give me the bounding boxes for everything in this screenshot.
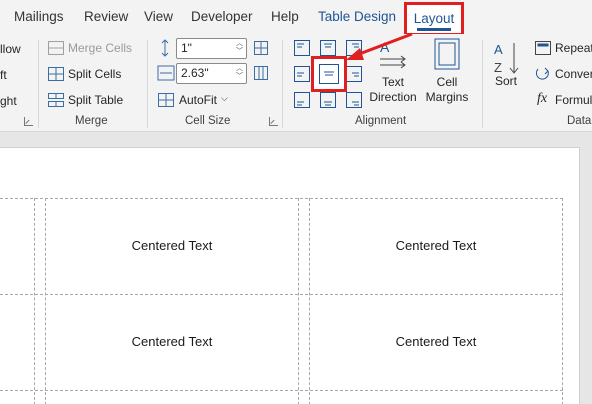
group-separator [38, 40, 39, 128]
table-cell[interactable]: Centered Text [46, 238, 298, 253]
autofit-button[interactable]: AutoFit [179, 93, 217, 107]
cell-margins-button[interactable]: Cell Margins [422, 75, 472, 105]
merge-group-label: Merge [75, 115, 108, 127]
table-cell[interactable]: Centered Text [310, 334, 562, 349]
tab-review[interactable]: Review [84, 9, 128, 24]
ribbon: llow ft ght Merge Cells Split Cells Spli… [0, 34, 592, 132]
document-canvas: Centered Text Centered Text Centered Tex… [0, 133, 592, 404]
align-top-center-icon[interactable] [320, 40, 336, 56]
convert-to-text-button[interactable]: Conver [555, 67, 592, 81]
distribute-columns-icon[interactable] [254, 66, 268, 80]
merge-cells-icon [48, 41, 64, 55]
table-gridline [0, 390, 563, 391]
autofit-dropdown-icon[interactable]: ⌵ [221, 93, 228, 104]
table-gridline [0, 294, 563, 295]
convert-to-text-icon [535, 67, 549, 80]
row-height-spinner-icon[interactable]: ︿ ﹀ [236, 40, 243, 56]
align-center-right-icon[interactable] [346, 66, 362, 82]
tab-mailings[interactable]: Mailings [14, 9, 64, 24]
table-cell[interactable]: Centered Text [310, 238, 562, 253]
align-center-icon [319, 64, 339, 84]
autofit-icon [158, 93, 174, 107]
sort-icon: A Z [494, 42, 519, 75]
ribbon-tab-bar: Mailings Review View Developer Help Tabl… [0, 0, 592, 36]
column-width-icon [157, 65, 175, 81]
split-cells-icon [48, 67, 64, 81]
align-bottom-right-icon[interactable] [346, 92, 362, 108]
repeat-header-rows-icon [535, 41, 551, 55]
partial-group-launcher-icon[interactable] [24, 117, 33, 126]
group-separator [147, 40, 148, 128]
align-bottom-center-icon[interactable] [320, 92, 336, 108]
row-height-value: 1" [181, 41, 192, 55]
split-table-button[interactable]: Split Table [68, 93, 123, 107]
formula-icon: fx [537, 91, 548, 106]
text-direction-button[interactable]: Text Direction [368, 75, 418, 105]
table-gridline [0, 198, 563, 199]
table-gridline [298, 198, 299, 404]
group-separator [282, 40, 283, 128]
tab-layout-label: Layout [413, 11, 455, 26]
tab-developer[interactable]: Developer [191, 9, 253, 24]
partial-item-3[interactable]: ght [0, 94, 17, 108]
cell-size-group-label: Cell Size [185, 115, 231, 127]
row-height-icon [161, 39, 169, 57]
row-height-input[interactable]: 1" ︿ ﹀ [176, 38, 247, 59]
cell-size-launcher-icon[interactable] [269, 117, 278, 126]
column-width-input[interactable]: 2.63" ︿ ﹀ [176, 63, 247, 84]
align-bottom-left-icon[interactable] [294, 92, 310, 108]
formula-button[interactable]: Formul [555, 93, 592, 107]
merge-cells-button[interactable]: Merge Cells [68, 41, 132, 55]
distribute-rows-icon[interactable] [254, 41, 268, 55]
tab-view[interactable]: View [144, 9, 173, 24]
split-cells-button[interactable]: Split Cells [68, 67, 121, 81]
document-page[interactable]: Centered Text Centered Text Centered Tex… [0, 147, 580, 404]
column-width-value: 2.63" [181, 66, 209, 80]
active-tab-underline [417, 28, 451, 31]
column-width-spinner-icon[interactable]: ︿ ﹀ [236, 65, 243, 81]
data-group-label: Data [567, 115, 592, 127]
alignment-group-label: Alignment [355, 115, 407, 127]
table-cell[interactable]: Centered Text [46, 334, 298, 349]
group-separator [482, 40, 483, 128]
sort-button[interactable]: Sort [490, 74, 522, 89]
svg-text:A: A [494, 42, 503, 57]
table-gridline [562, 198, 563, 404]
partial-item-1[interactable]: llow [0, 42, 21, 56]
tab-help[interactable]: Help [271, 9, 299, 24]
cell-margins-icon [434, 38, 460, 70]
tab-table-design[interactable]: Table Design [318, 9, 396, 24]
svg-text:Z: Z [494, 60, 502, 75]
align-center-left-icon[interactable] [294, 66, 310, 82]
partial-item-2[interactable]: ft [0, 68, 7, 82]
table-gridline [45, 198, 46, 404]
align-top-left-icon[interactable] [294, 40, 310, 56]
split-table-icon [48, 93, 64, 107]
repeat-header-rows-button[interactable]: Repeat [555, 41, 592, 55]
table-gridline [34, 198, 35, 404]
table-gridline [309, 198, 310, 404]
annotation-arrow-icon [346, 32, 413, 60]
